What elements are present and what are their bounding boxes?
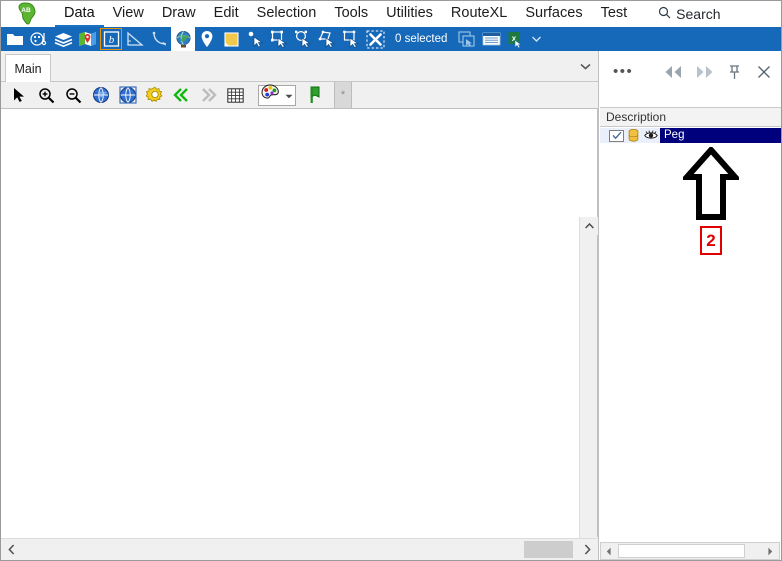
application-window: AB Data View Draw Edit Selection Tools U… [0, 0, 782, 561]
callout-number-badge: 2 [700, 226, 722, 255]
panel-pin-button[interactable] [720, 58, 748, 86]
tree-column-header-description: Description [600, 107, 781, 127]
view-settings-tool[interactable] [142, 83, 167, 107]
angle-measure-icon[interactable] [123, 27, 147, 51]
database-cylinder-icon [624, 129, 642, 143]
note-icon[interactable] [219, 27, 243, 51]
view-toolbar: * [1, 82, 598, 109]
canvas-horizontal-scrollbar[interactable] [1, 538, 598, 560]
tab-overflow-caret-icon[interactable] [579, 60, 591, 72]
palette-icon [261, 84, 280, 106]
select-rect-icon[interactable] [339, 27, 363, 51]
callout-arrow-up [680, 145, 742, 226]
right-side-panel: ••• Description Peg [598, 51, 781, 560]
svg-text:b: b [108, 34, 114, 46]
export-excel-icon[interactable]: x [503, 27, 527, 51]
select-circle-icon[interactable] [291, 27, 315, 51]
menu-item-routexl[interactable]: RouteXL [442, 1, 516, 27]
clear-selection-icon[interactable] [363, 27, 387, 51]
tab-main[interactable]: Main [5, 54, 51, 82]
ribbon-toolbar: b 0 selected x [1, 27, 781, 51]
previous-view-tool[interactable] [169, 83, 194, 107]
menu-item-view[interactable]: View [104, 1, 153, 27]
table-row[interactable]: Peg [600, 128, 781, 143]
eye-visibility-icon[interactable] [642, 129, 660, 143]
map-marker-icon[interactable] [75, 27, 99, 51]
svg-text:AB: AB [21, 7, 31, 14]
search-icon [658, 6, 671, 22]
bentley-b-icon[interactable]: b [99, 27, 123, 51]
scroll-left-button[interactable] [1, 540, 21, 560]
select-point-icon[interactable] [243, 27, 267, 51]
panel-scroll-left-button[interactable] [601, 543, 617, 559]
panel-header-toolbar: ••• [599, 51, 781, 93]
zoom-in-tool[interactable] [34, 83, 59, 107]
curve-tool-icon[interactable] [147, 27, 171, 51]
grid-toggle-tool[interactable] [223, 83, 248, 107]
menu-item-draw[interactable]: Draw [153, 1, 205, 27]
menu-bar: AB Data View Draw Edit Selection Tools U… [1, 1, 781, 27]
menu-item-data[interactable]: Data [55, 1, 104, 27]
chevron-down-icon[interactable] [285, 86, 293, 104]
fit-world-tool[interactable] [88, 83, 113, 107]
scroll-thumb-horizontal[interactable] [524, 541, 573, 558]
panel-scroll-right-button[interactable] [762, 543, 778, 559]
select-arrow-tool[interactable] [7, 83, 32, 107]
africa-ab-logo-icon[interactable]: AB [1, 1, 55, 27]
panel-forward-button[interactable] [690, 58, 718, 86]
select-shape-icon[interactable] [267, 27, 291, 51]
panel-back-button[interactable] [660, 58, 688, 86]
scroll-up-button[interactable] [580, 217, 598, 235]
search-box[interactable]: Search [636, 1, 721, 27]
copy-selection-icon[interactable] [455, 27, 479, 51]
next-view-tool [196, 83, 221, 107]
scroll-right-button[interactable] [577, 540, 597, 560]
map-view-container: y x z 6000km [1, 109, 598, 560]
menu-item-utilities[interactable]: Utilities [377, 1, 442, 27]
panel-more-menu[interactable]: ••• [599, 64, 633, 79]
open-folder-icon[interactable] [3, 27, 27, 51]
panel-horizontal-scrollbar[interactable] [600, 542, 780, 560]
place-pin-icon[interactable] [195, 27, 219, 51]
extra-options-button[interactable]: * [334, 82, 352, 108]
ribbon-overflow-caret[interactable] [527, 27, 545, 51]
zoom-world-tool[interactable] [115, 83, 140, 107]
color-palette-dropdown[interactable] [258, 84, 296, 106]
panel-scroll-thumb[interactable] [618, 544, 745, 558]
layers-icon[interactable] [51, 27, 75, 51]
panel-close-button[interactable] [750, 58, 778, 86]
row-visibility-checkbox[interactable] [609, 129, 624, 142]
zoom-out-tool[interactable] [61, 83, 86, 107]
canvas-vertical-scrollbar[interactable] [579, 217, 598, 560]
search-label: Search [676, 6, 721, 22]
select-polygon-icon[interactable] [315, 27, 339, 51]
menu-item-edit[interactable]: Edit [205, 1, 248, 27]
row-label-peg[interactable]: Peg [660, 128, 781, 143]
map-canvas[interactable]: y x z 6000km [1, 109, 579, 537]
selection-status: 0 selected [395, 33, 448, 45]
report-table-icon[interactable] [479, 27, 503, 51]
menu-item-tools[interactable]: Tools [325, 1, 377, 27]
menu-item-test[interactable]: Test [592, 1, 637, 27]
globe-icon[interactable] [171, 27, 195, 51]
menu-item-selection[interactable]: Selection [248, 1, 326, 27]
data-palette-icon[interactable] [27, 27, 51, 51]
bookmark-flag-button[interactable] [304, 83, 326, 107]
menu-item-surfaces[interactable]: Surfaces [516, 1, 591, 27]
document-tab-strip: Main [1, 51, 598, 82]
